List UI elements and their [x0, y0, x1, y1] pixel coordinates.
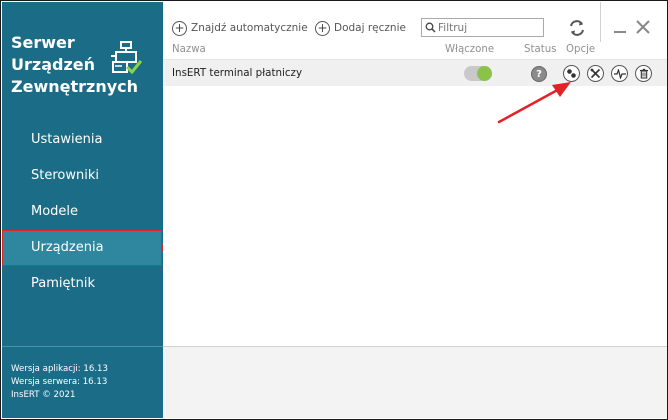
titlebar-divider — [600, 2, 601, 42]
sidebar-nav: Ustawienia Sterowniki Modele Urządzenia … — [2, 122, 166, 302]
sidebar-item-label: Urządzenia — [31, 240, 104, 255]
footer-bar — [163, 347, 667, 418]
main-panel: + Znajdź automatycznie + Dodaj ręcznie F… — [163, 2, 667, 418]
column-header-name[interactable]: Nazwa — [172, 44, 206, 55]
filter-field[interactable] — [421, 18, 544, 37]
sidebar-item-modele[interactable]: Modele — [2, 194, 163, 230]
sidebar-divider — [2, 346, 163, 347]
sidebar-item-label: Modele — [31, 204, 79, 219]
server-version: Wersja serwera: 16.13 — [11, 377, 108, 387]
copyright: InsERT © 2021 — [11, 390, 76, 400]
minimize-icon[interactable] — [614, 20, 628, 36]
sidebar-item-sterowniki[interactable]: Sterowniki — [2, 158, 163, 194]
app-version: Wersja aplikacji: 16.13 — [11, 364, 108, 374]
find-automatically-button[interactable]: + Znajdź automatycznie — [172, 18, 308, 38]
status-unknown-icon: ? — [531, 66, 547, 82]
device-name: InsERT terminal płatniczy — [172, 67, 303, 79]
refresh-icon[interactable] — [567, 18, 587, 38]
enabled-toggle[interactable] — [464, 66, 492, 81]
app-window: Serwer Urządzeń Zewnętrznych Ustawienia … — [0, 0, 668, 420]
table-row[interactable]: InsERT terminal płatniczy ? — [163, 60, 667, 86]
connect-icon[interactable] — [563, 65, 580, 82]
plus-icon: + — [172, 20, 187, 36]
device-check-icon — [111, 41, 142, 75]
column-header-status[interactable]: Status — [524, 44, 556, 55]
sidebar-item-label: Pamiętnik — [31, 276, 95, 291]
version-info: Wersja aplikacji: 16.13 Wersja serwera: … — [11, 363, 108, 402]
add-manually-button[interactable]: + Dodaj ręcznie — [315, 18, 406, 38]
sidebar-item-ustawienia[interactable]: Ustawienia — [2, 122, 163, 158]
settings-tools-icon[interactable] — [587, 65, 604, 82]
sidebar-item-urzadzenia[interactable]: Urządzenia — [2, 230, 166, 266]
search-icon — [425, 22, 436, 33]
delete-icon[interactable] — [635, 65, 652, 82]
test-signal-icon[interactable] — [611, 65, 628, 82]
app-title: Serwer Urządzeń Zewnętrznych — [11, 33, 139, 96]
sidebar-item-pamietnik[interactable]: Pamiętnik — [2, 266, 163, 302]
sidebar: Serwer Urządzeń Zewnętrznych Ustawienia … — [2, 2, 166, 418]
table-header: Nazwa Włączone Status Opcje — [163, 44, 667, 58]
plus-icon: + — [315, 20, 330, 36]
column-header-options: Opcje — [566, 44, 596, 55]
toggle-knob — [477, 66, 492, 81]
sidebar-item-label: Sterowniki — [31, 168, 99, 183]
toolbar: + Znajdź automatycznie + Dodaj ręcznie — [163, 2, 603, 42]
sidebar-item-label: Ustawienia — [31, 132, 103, 147]
close-icon[interactable] — [635, 18, 651, 36]
find-automatically-label: Znajdź automatycznie — [191, 22, 308, 34]
column-header-enabled[interactable]: Włączone — [445, 44, 494, 55]
filter-input[interactable] — [438, 21, 538, 34]
add-manually-label: Dodaj ręcznie — [334, 22, 406, 34]
